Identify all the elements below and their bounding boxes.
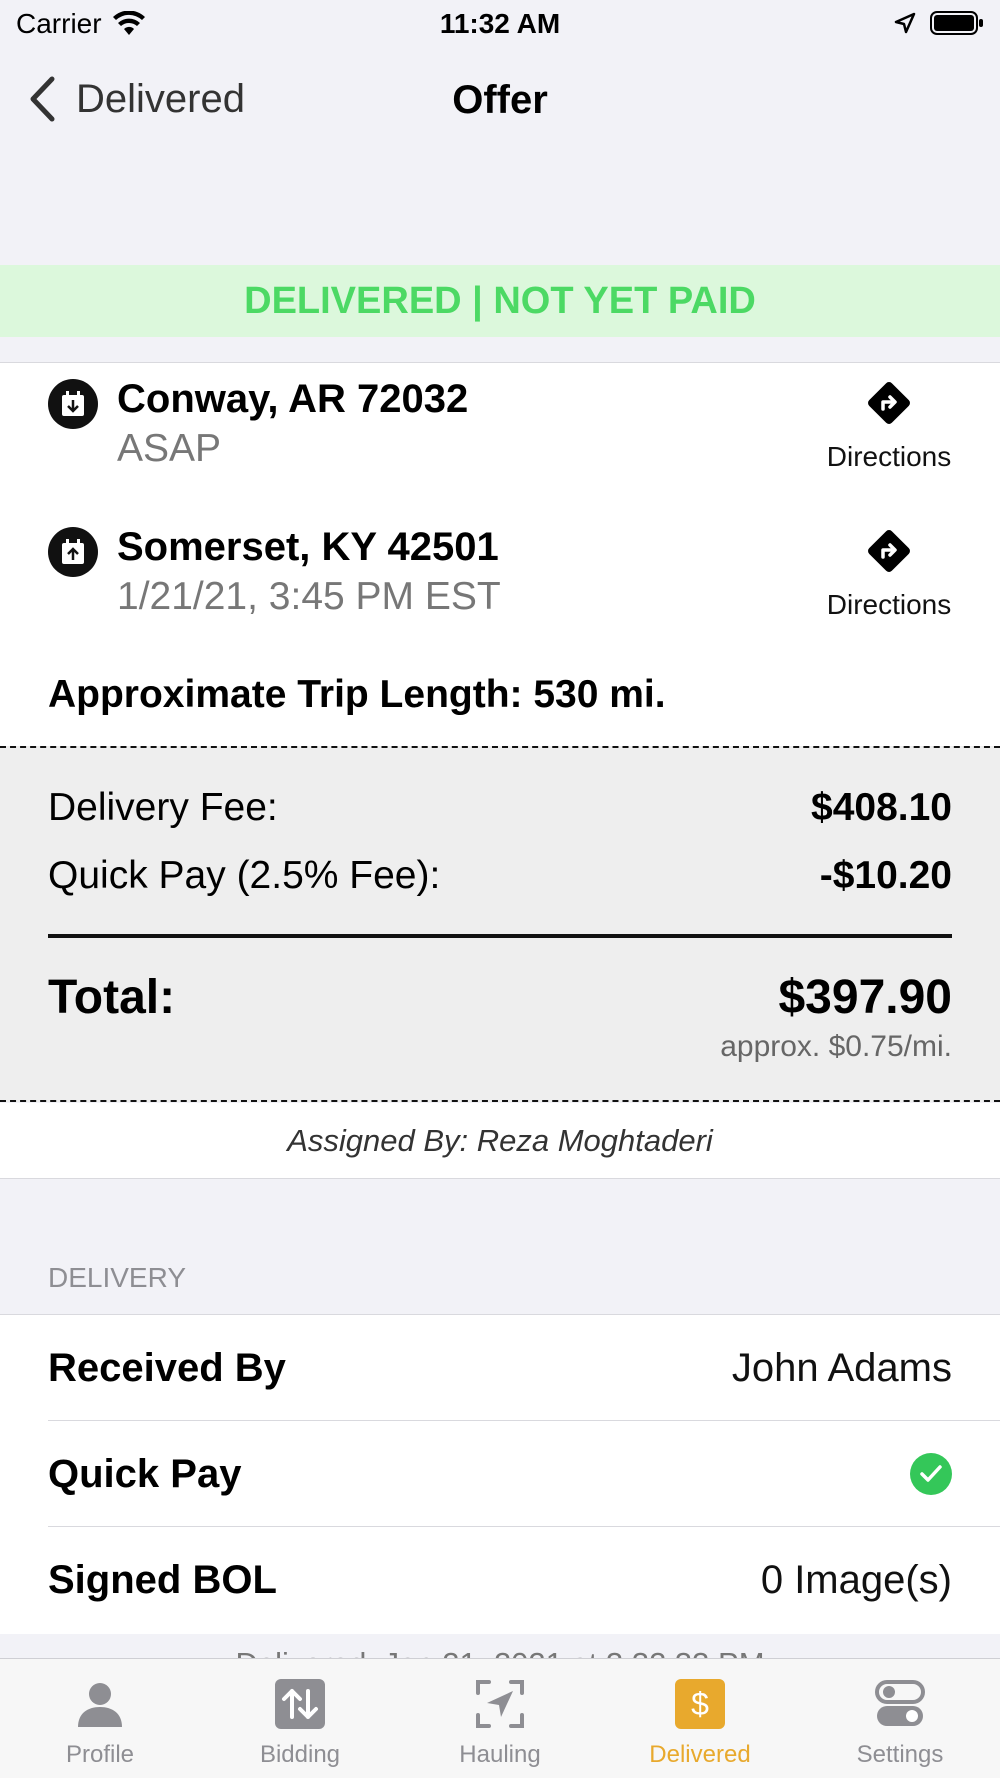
quick-pay-label: Quick Pay bbox=[48, 1451, 242, 1496]
received-by-value: John Adams bbox=[731, 1345, 952, 1390]
received-by-label: Received By bbox=[48, 1345, 286, 1390]
tab-label: Delivered bbox=[649, 1741, 751, 1768]
fee-summary: Delivery Fee: $408.10 Quick Pay (2.5% Fe… bbox=[0, 746, 1000, 1102]
total-divider bbox=[48, 934, 952, 938]
signed-bol-label: Signed BOL bbox=[48, 1557, 277, 1602]
received-by-row: Received By John Adams bbox=[48, 1315, 1000, 1421]
dropoff-directions-button[interactable]: Directions bbox=[820, 527, 958, 621]
assigned-by: Assigned By: Reza Moghtaderi bbox=[0, 1103, 1000, 1179]
clock: 11:32 AM bbox=[439, 8, 561, 39]
signed-bol-row[interactable]: Signed BOL 0 Image(s) bbox=[48, 1527, 1000, 1633]
pickup-stop: Conway, AR 72032 ASAP Directions bbox=[48, 363, 958, 473]
battery-icon bbox=[930, 11, 983, 35]
trip-length: Approximate Trip Length: 530 mi. bbox=[48, 673, 666, 716]
dropoff-stop: Somerset, KY 42501 1/21/21, 3:45 PM EST … bbox=[48, 511, 958, 621]
toggles-icon bbox=[875, 1680, 925, 1726]
tab-profile[interactable]: Profile bbox=[0, 1659, 200, 1778]
total-label: Total: bbox=[48, 971, 176, 1024]
navigation-arrow-icon bbox=[476, 1680, 524, 1728]
svg-text:$: $ bbox=[691, 1686, 709, 1722]
tab-hauling[interactable]: Hauling bbox=[400, 1659, 600, 1778]
tab-bar: Profile Bidding Hauling $ Delivered Sett… bbox=[0, 1658, 1000, 1778]
tab-delivered[interactable]: $ Delivered bbox=[600, 1659, 800, 1778]
pickup-city: Conway, AR 72032 bbox=[117, 377, 469, 421]
tab-label: Settings bbox=[856, 1741, 944, 1768]
person-icon bbox=[78, 1683, 122, 1727]
delivery-fee-row: Delivery Fee: $408.10 bbox=[48, 786, 952, 830]
delivery-fee-label: Delivery Fee: bbox=[48, 786, 278, 829]
signed-bol-value: 0 Image(s) bbox=[760, 1557, 952, 1602]
delivery-section-header: DELIVERY bbox=[48, 1262, 186, 1293]
tab-settings[interactable]: Settings bbox=[800, 1659, 1000, 1778]
page-title: Offer bbox=[452, 78, 548, 122]
dropoff-city: Somerset, KY 42501 bbox=[117, 525, 499, 569]
delivery-list: Received By John Adams Quick Pay Signed … bbox=[0, 1314, 1000, 1634]
directions-icon bbox=[868, 530, 910, 572]
quick-pay-fee-label: Quick Pay (2.5% Fee): bbox=[48, 854, 441, 897]
tab-label: Bidding bbox=[259, 1741, 341, 1768]
directions-label: Directions bbox=[826, 589, 952, 620]
quick-pay-fee-value: -$10.20 bbox=[819, 854, 952, 897]
location-icon bbox=[894, 12, 916, 34]
total-value: $397.90 bbox=[778, 971, 952, 1024]
dollar-icon: $ bbox=[675, 1679, 725, 1729]
quick-pay-row: Quick Pay bbox=[48, 1421, 1000, 1527]
tab-label: Profile bbox=[65, 1741, 135, 1768]
route-card: Conway, AR 72032 ASAP Directions Somerse… bbox=[0, 362, 1000, 746]
pickup-directions-button[interactable]: Directions bbox=[820, 379, 958, 473]
delivery-fee-value: $408.10 bbox=[811, 786, 952, 829]
per-mile-rate: approx. $0.75/mi. bbox=[720, 1030, 952, 1063]
dropoff-time: 1/21/21, 3:45 PM EST bbox=[117, 575, 501, 618]
pickup-icon bbox=[48, 379, 98, 429]
directions-label: Directions bbox=[826, 441, 952, 472]
status-icons bbox=[894, 10, 984, 36]
checkmark-icon bbox=[910, 1453, 952, 1495]
quick-pay-fee-row: Quick Pay (2.5% Fee): -$10.20 bbox=[48, 854, 952, 898]
status-bar: Carrier 11:32 AM bbox=[0, 0, 1000, 50]
tab-bidding[interactable]: Bidding bbox=[200, 1659, 400, 1778]
dropoff-icon bbox=[48, 527, 98, 577]
tab-label: Hauling bbox=[459, 1741, 541, 1768]
directions-icon bbox=[868, 382, 910, 424]
arrows-updown-icon bbox=[275, 1679, 325, 1729]
navigation-bar: Delivered Offer bbox=[0, 60, 1000, 144]
pickup-time: ASAP bbox=[117, 427, 222, 470]
total-row: Total: $397.90 bbox=[48, 970, 952, 1025]
status-banner: DELIVERED | NOT YET PAID bbox=[0, 265, 1000, 337]
